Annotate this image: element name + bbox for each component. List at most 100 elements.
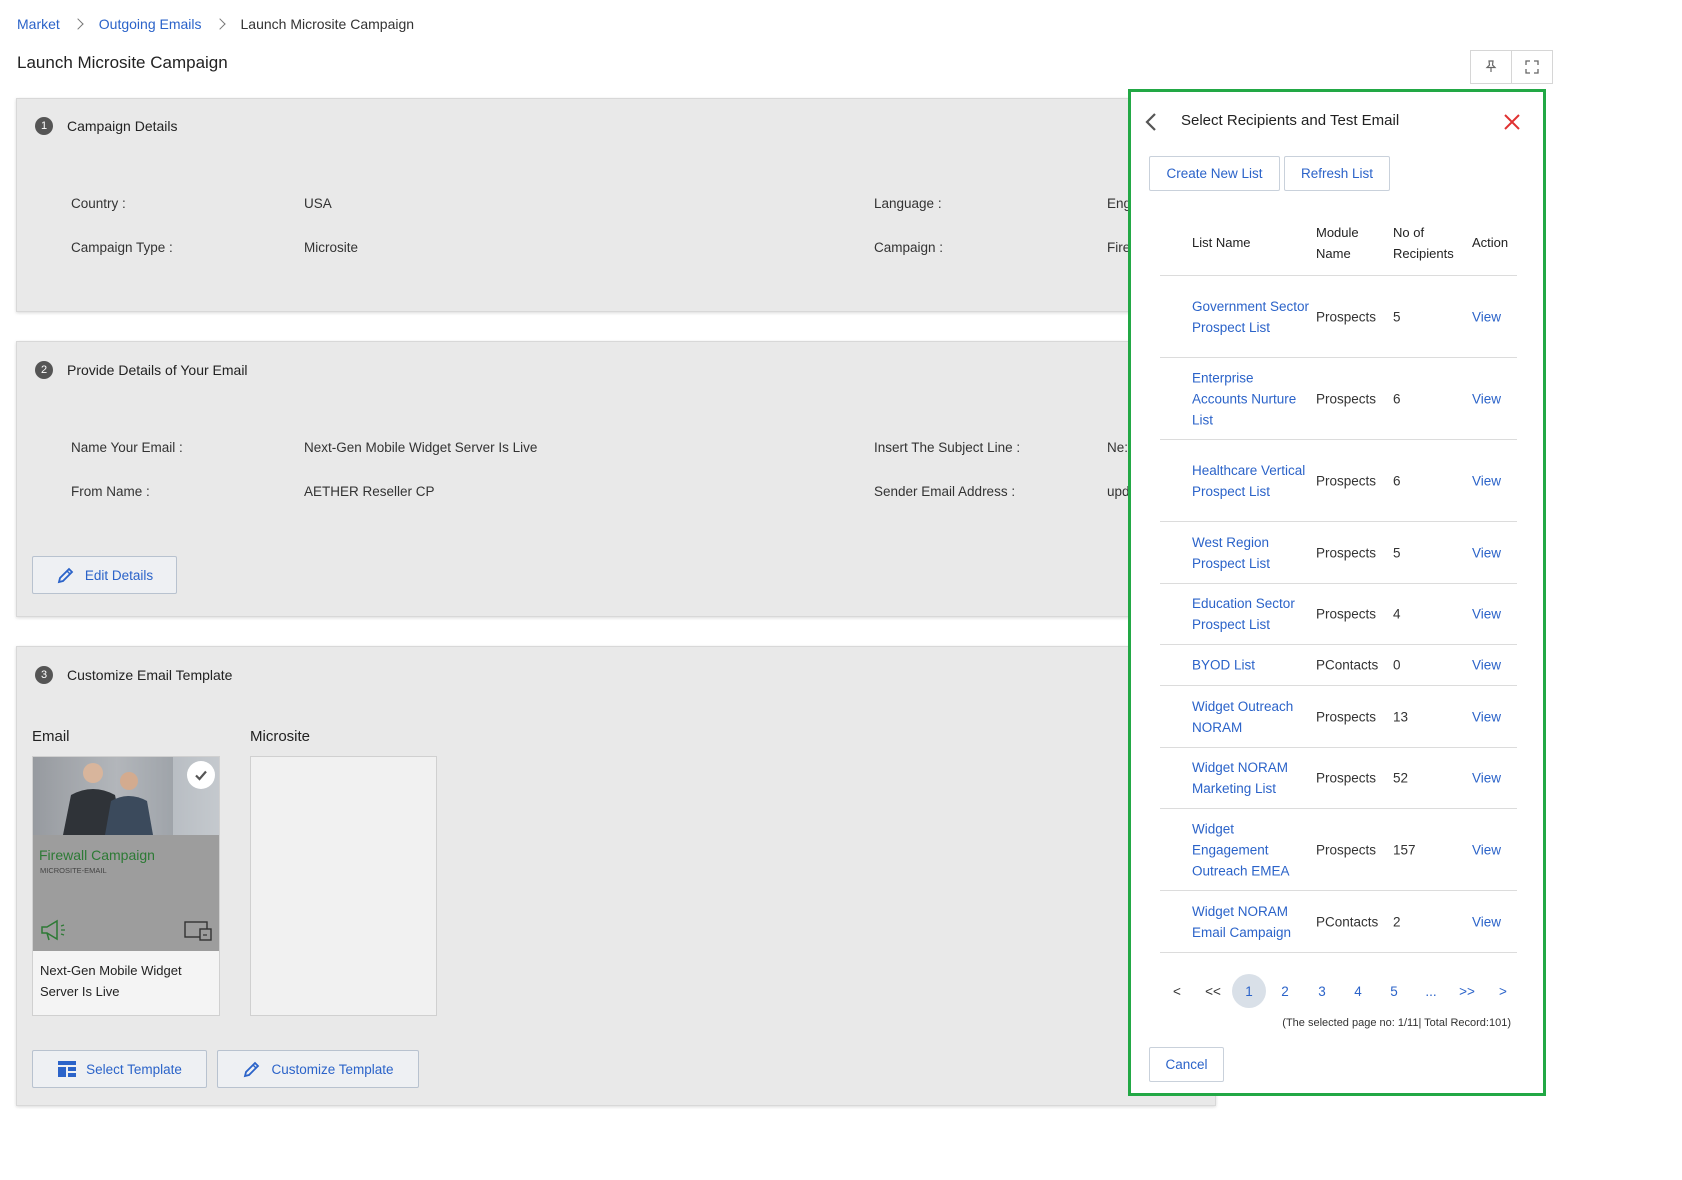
chevron-left-icon (1145, 113, 1156, 131)
module-name: Prospects (1316, 309, 1377, 324)
view-link[interactable]: View (1472, 542, 1501, 563)
recipient-count: 52 (1393, 770, 1409, 786)
table-row: Widget NORAM Marketing List Prospects 52… (1160, 748, 1517, 809)
view-link[interactable]: View (1472, 388, 1501, 409)
list-name-link[interactable]: BYOD List (1192, 655, 1310, 676)
column-list-name: List Name (1192, 235, 1251, 250)
field-label: Country : (71, 196, 126, 211)
section-title: Customize Email Template (67, 667, 233, 683)
table-row: Enterprise Accounts Nurture List Prospec… (1160, 358, 1517, 440)
field-label: Language : (874, 196, 942, 211)
field-value: upd (1107, 484, 1130, 499)
field-value: Ne: (1107, 440, 1129, 455)
chevron-right-icon (72, 18, 84, 30)
chevron-right-icon (213, 18, 226, 30)
table-header: List Name Module Name No of Recipients A… (1160, 212, 1517, 276)
prev-page-button[interactable]: < (1160, 974, 1194, 1008)
column-action: Action (1472, 235, 1509, 250)
breadcrumb: Market Outgoing Emails Launch Microsite … (17, 16, 414, 32)
create-new-list-button[interactable]: Create New List (1149, 156, 1280, 191)
field-value: USA (304, 196, 332, 211)
list-name-link[interactable]: West Region Prospect List (1192, 532, 1310, 574)
fullscreen-button[interactable] (1511, 51, 1552, 83)
close-button[interactable] (1503, 113, 1521, 134)
field-label: Name Your Email : (71, 440, 183, 455)
column-module-name: Module Name (1316, 225, 1359, 261)
breadcrumb-outgoing-emails[interactable]: Outgoing Emails (99, 16, 202, 32)
breadcrumb-market[interactable]: Market (17, 16, 60, 32)
template-thumbnail-body: Firewall Campaign MICROSITE-EMAIL (33, 835, 219, 951)
drawer-title: Select Recipients and Test Email (1181, 112, 1400, 129)
section-header: 1 Campaign Details (35, 117, 178, 135)
pencil-icon (57, 567, 74, 584)
refresh-list-button[interactable]: Refresh List (1284, 156, 1390, 191)
list-name-link[interactable]: Widget NORAM Email Campaign (1192, 901, 1310, 943)
back-button[interactable] (1143, 112, 1159, 135)
recipient-count: 6 (1393, 391, 1401, 406)
step-number: 3 (35, 666, 53, 684)
module-name: Prospects (1316, 545, 1377, 560)
list-name-link[interactable]: Widget Outreach NORAM (1192, 696, 1310, 738)
list-name-link[interactable]: Government Sector Prospect List (1192, 296, 1310, 338)
page-button-1[interactable]: 1 (1232, 974, 1266, 1008)
list-name-link[interactable]: Widget NORAM Marketing List (1192, 757, 1310, 799)
view-link[interactable]: View (1472, 306, 1501, 327)
module-name: Prospects (1316, 770, 1377, 786)
page-button-2[interactable]: 2 (1268, 974, 1302, 1008)
last-page-button[interactable]: >> (1450, 974, 1484, 1008)
page-button-4[interactable]: 4 (1341, 974, 1375, 1008)
close-icon (1504, 114, 1520, 130)
pin-button[interactable] (1471, 51, 1511, 83)
recipient-count: 6 (1393, 473, 1401, 488)
campaign-details-panel: 1 Campaign Details Country : USA Languag… (16, 98, 1216, 312)
more-pages-ellipsis[interactable]: ... (1414, 974, 1448, 1008)
field-label: Campaign : (874, 240, 944, 255)
view-link[interactable]: View (1472, 604, 1501, 625)
email-template-card[interactable]: Firewall Campaign MICROSITE-EMAIL Next-G… (32, 756, 220, 1016)
view-link[interactable]: View (1472, 470, 1501, 491)
step-number: 1 (35, 117, 53, 135)
list-name-link[interactable]: Enterprise Accounts Nurture List (1192, 367, 1310, 430)
recipient-count: 5 (1393, 309, 1401, 324)
megaphone-icon (41, 919, 65, 941)
list-name-link[interactable]: Healthcare Vertical Prospect List (1192, 460, 1310, 502)
breadcrumb-current: Launch Microsite Campaign (240, 16, 415, 32)
list-name-link[interactable]: Education Sector Prospect List (1192, 593, 1310, 635)
microsite-template-card[interactable] (250, 756, 437, 1016)
recipients-drawer: Select Recipients and Test Email Create … (1128, 89, 1546, 1096)
view-link[interactable]: View (1472, 706, 1501, 727)
thumbnail-title: Firewall Campaign (39, 847, 155, 863)
module-name: PContacts (1316, 914, 1379, 929)
microsite-column-heading: Microsite (250, 728, 311, 745)
table-row: Widget Outreach NORAM Prospects 13 View (1160, 686, 1517, 748)
pencil-icon (244, 1061, 260, 1078)
checkmark-icon (187, 761, 215, 789)
next-page-button[interactable]: > (1486, 974, 1520, 1008)
edit-details-button[interactable]: Edit Details (32, 556, 177, 594)
recipient-count: 0 (1393, 657, 1401, 673)
field-label: Sender Email Address : (874, 484, 1016, 499)
view-link[interactable]: View (1472, 655, 1501, 676)
module-name: Prospects (1316, 391, 1377, 406)
template-caption: Next-Gen Mobile Widget Server Is Live (40, 963, 182, 999)
column-recipients: No of Recipients (1393, 225, 1454, 261)
list-name-link[interactable]: Widget Engagement Outreach EMEA (1192, 818, 1297, 881)
email-details-panel: 2 Provide Details of Your Email Name You… (16, 341, 1216, 617)
cancel-button[interactable]: Cancel (1149, 1047, 1224, 1082)
section-header: 3 Customize Email Template (35, 666, 232, 684)
select-template-button[interactable]: Select Template (32, 1050, 207, 1088)
recipient-count: 2 (1393, 914, 1401, 929)
first-page-button[interactable]: << (1196, 974, 1230, 1008)
email-template-panel: 3 Customize Email Template Email Microsi… (16, 646, 1216, 1106)
section-title: Campaign Details (67, 118, 178, 134)
pin-icon (1485, 60, 1497, 72)
page-button-3[interactable]: 3 (1305, 974, 1339, 1008)
module-name: Prospects (1316, 473, 1377, 488)
view-link[interactable]: View (1472, 768, 1501, 789)
section-title: Provide Details of Your Email (67, 362, 248, 378)
customize-template-button[interactable]: Customize Template (217, 1050, 419, 1088)
view-link[interactable]: View (1472, 839, 1501, 860)
page-button-5[interactable]: 5 (1377, 974, 1411, 1008)
view-link[interactable]: View (1472, 911, 1501, 932)
toolbar (1470, 50, 1553, 84)
